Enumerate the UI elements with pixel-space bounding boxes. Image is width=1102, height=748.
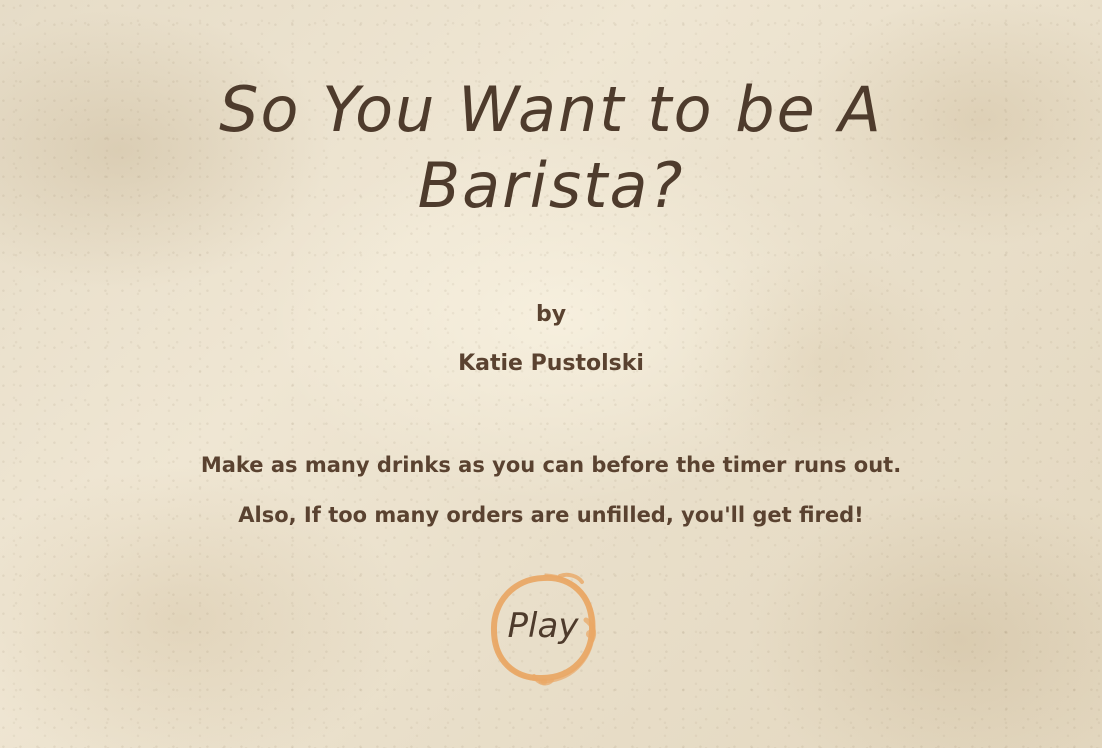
instruction-line-1: Make as many drinks as you can before th… — [200, 453, 902, 477]
author-name: Katie Pustolski — [458, 351, 644, 376]
byline-label: by — [535, 302, 567, 327]
title-screen: So You Want to be A Barista? by Katie Pu… — [0, 0, 1102, 748]
play-label: Play — [507, 606, 579, 646]
instruction-line-2: Also, If too many orders are unfilled, y… — [238, 503, 864, 527]
play-button[interactable]: Play — [486, 570, 600, 686]
game-title: So You Want to be A Barista? — [219, 73, 883, 222]
